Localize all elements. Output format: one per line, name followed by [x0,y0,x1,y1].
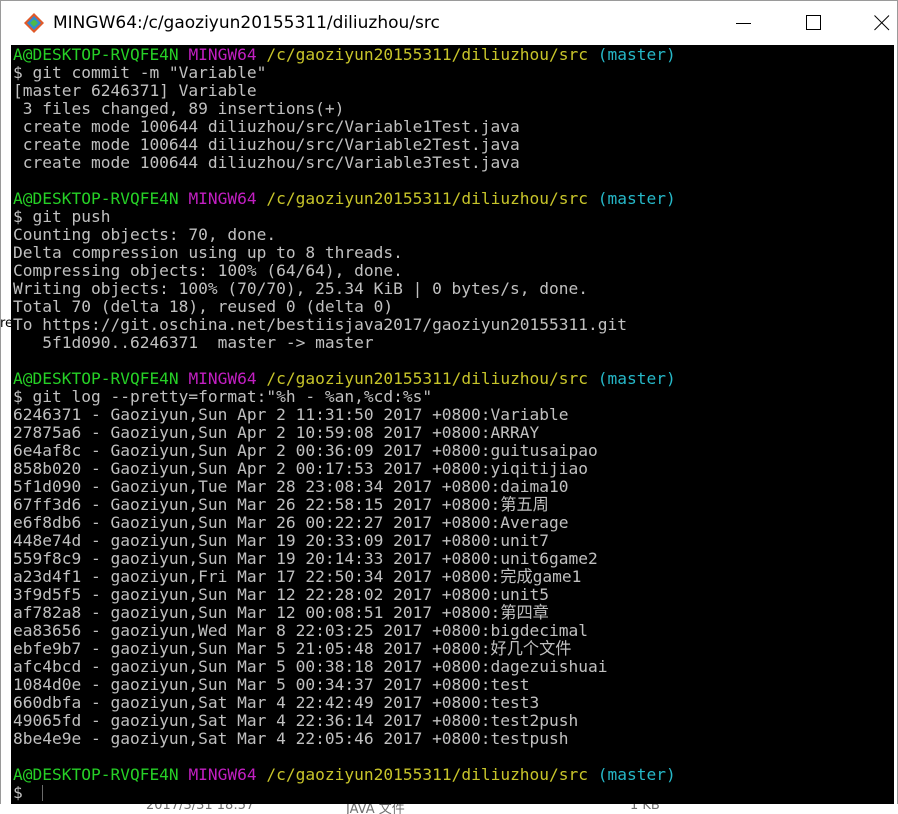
log-entry: 3f9d5f5 - gaoziyun,Sun Mar 12 22:28:02 2… [13,585,550,604]
log-entry: 858b020 - Gaoziyun,Sun Apr 2 00:17:53 20… [13,459,588,478]
background-window-fragment: re [0,316,14,331]
output-line: Delta compression using up to 8 threads. [13,243,403,262]
output-line: [master 6246371] Variable [13,81,257,100]
log-entry: e6f8db6 - Gaoziyun,Sun Mar 26 00:22:27 2… [13,513,569,532]
log-entry: 6246371 - Gaoziyun,Sun Apr 2 11:31:50 20… [13,405,569,424]
background-file-size: 1 KB [630,804,660,813]
log-entry: af782a8 - gaoziyun,Sun Mar 12 00:08:51 2… [13,603,549,622]
log-entry: 448e74d - gaoziyun,Sun Mar 19 20:33:09 2… [13,531,550,550]
log-entry: 27875a6 - Gaoziyun,Sun Apr 2 10:59:08 20… [13,423,540,442]
background-file-type: JAVA 文件 [346,804,405,814]
log-entry: 1084d0e - gaoziyun,Sun Mar 5 00:34:37 20… [13,675,530,694]
output-line: Total 70 (delta 18), reused 0 (delta 0) [13,297,394,316]
output-line: Writing objects: 100% (70/70), 25.34 KiB… [13,279,588,298]
output-line: Compressing objects: 100% (64/64), done. [13,261,403,280]
maximize-button[interactable] [791,1,837,45]
log-entry: ea83656 - gaoziyun,Wed Mar 8 22:03:25 20… [13,621,588,640]
log-entry: 559f8c9 - gaoziyun,Sun Mar 19 20:14:33 2… [13,549,598,568]
log-entry: 8be4e9e - gaoziyun,Sat Mar 4 22:05:46 20… [13,729,569,748]
close-button[interactable] [859,1,897,45]
prompt-line: A@DESKTOP-RVQFE4N MINGW64 /c/gaoziyun201… [13,189,676,208]
prompt-line: A@DESKTOP-RVQFE4N MINGW64 /c/gaoziyun201… [13,765,676,784]
text-cursor [33,785,43,801]
output-line: Counting objects: 70, done. [13,225,277,244]
terminal-lines: A@DESKTOP-RVQFE4N MINGW64 /c/gaoziyun201… [13,46,676,802]
output-line: create mode 100644 diliuzhou/src/Variabl… [13,117,520,136]
log-entry: 67ff3d6 - Gaoziyun,Sun Mar 26 22:58:15 2… [13,495,549,514]
log-entry: 660dbfa - gaoziyun,Sat Mar 4 22:42:49 20… [13,693,540,712]
output-line: To https://git.oschina.net/bestiisjava20… [13,315,627,334]
terminal-output[interactable]: A@DESKTOP-RVQFE4N MINGW64 /c/gaoziyun201… [11,45,894,805]
background-file-date: 2017/3/31 18:57 [146,804,255,813]
background-window-strip: 2017/3/31 18:57 JAVA 文件 1 KB [0,804,898,814]
output-line: 3 files changed, 89 insertions(+) [13,99,345,118]
title-bar[interactable]: MINGW64:/c/gaoziyun20155311/diliuzhou/sr… [1,1,897,45]
prompt-line: A@DESKTOP-RVQFE4N MINGW64 /c/gaoziyun201… [13,45,676,64]
git-bash-icon [23,12,45,34]
minimize-button[interactable] [721,1,767,45]
output-line: 5f1d090..6246371 master -> master [13,333,374,352]
log-entry: 49065fd - gaoziyun,Sat Mar 4 22:36:14 20… [13,711,579,730]
window-title: MINGW64:/c/gaoziyun20155311/diliuzhou/sr… [53,13,440,33]
prompt-line: A@DESKTOP-RVQFE4N MINGW64 /c/gaoziyun201… [13,369,676,388]
log-entry: ebfe9b7 - gaoziyun,Sun Mar 5 21:05:48 20… [13,639,572,658]
log-entry: a23d4f1 - gaoziyun,Fri Mar 17 22:50:34 2… [13,567,582,586]
output-line: create mode 100644 diliuzhou/src/Variabl… [13,135,520,154]
prompt-symbol: $ [13,783,23,802]
log-entry: afc4bcd - gaoziyun,Sun Mar 5 00:38:18 20… [13,657,608,676]
log-entry: 5f1d090 - Gaoziyun,Tue Mar 28 23:08:34 2… [13,477,569,496]
command-line: $ git commit -m "Variable" [13,63,267,82]
log-entry: 6e4af8c - Gaoziyun,Sun Apr 2 00:36:09 20… [13,441,598,460]
output-line: create mode 100644 diliuzhou/src/Variabl… [13,153,520,172]
terminal-window: MINGW64:/c/gaoziyun20155311/diliuzhou/sr… [0,0,898,814]
input-line[interactable]: $ [13,784,676,802]
command-line: $ git log --pretty=format:"%h - %an,%cd:… [13,387,433,406]
command-line: $ git push [13,207,111,226]
